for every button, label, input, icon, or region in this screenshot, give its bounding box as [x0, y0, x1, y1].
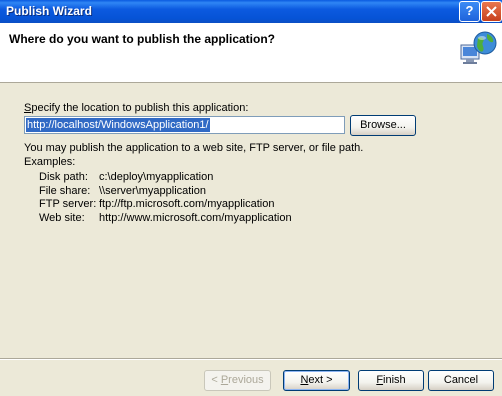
example-value: c:\deploy\myapplication: [99, 171, 214, 183]
example-label: FTP server:: [39, 198, 97, 210]
example-label: Web site:: [39, 212, 85, 224]
window-title: Publish Wizard: [6, 4, 92, 18]
page-heading: Where do you want to publish the applica…: [9, 32, 275, 46]
example-value: http://www.microsoft.com/myapplication: [99, 212, 292, 224]
example-label: Disk path:: [39, 171, 88, 183]
help-icon: ?: [465, 3, 474, 18]
help-button[interactable]: ?: [459, 1, 480, 22]
examples-heading: Examples:: [24, 156, 76, 168]
previous-button[interactable]: < Previous: [204, 370, 271, 391]
close-icon: [486, 6, 497, 17]
title-bar[interactable]: Publish Wizard ?: [0, 0, 502, 23]
location-label: Specify the location to publish this app…: [24, 102, 249, 114]
footer-separator: [0, 358, 502, 360]
info-text: You may publish the application to a web…: [24, 142, 364, 154]
wizard-header: Where do you want to publish the applica…: [0, 23, 502, 83]
wizard-content: Specify the location to publish this app…: [0, 83, 502, 360]
publish-location-value: http://localhost/WindowsApplication1/: [26, 118, 210, 132]
cancel-button[interactable]: Cancel: [428, 370, 494, 391]
browse-button[interactable]: Browse...: [350, 115, 416, 136]
example-value: \\server\myapplication: [99, 185, 206, 197]
publish-wizard-window: Publish Wizard ? Where do you want to pu…: [0, 0, 502, 396]
example-value: ftp://ftp.microsoft.com/myapplication: [99, 198, 275, 210]
next-button[interactable]: Next >: [283, 370, 350, 391]
publish-location-input[interactable]: http://localhost/WindowsApplication1/: [24, 116, 345, 134]
publish-globe-icon: [460, 31, 497, 64]
example-label: File share:: [39, 185, 91, 197]
close-button[interactable]: [481, 1, 502, 22]
finish-button[interactable]: Finish: [358, 370, 424, 391]
